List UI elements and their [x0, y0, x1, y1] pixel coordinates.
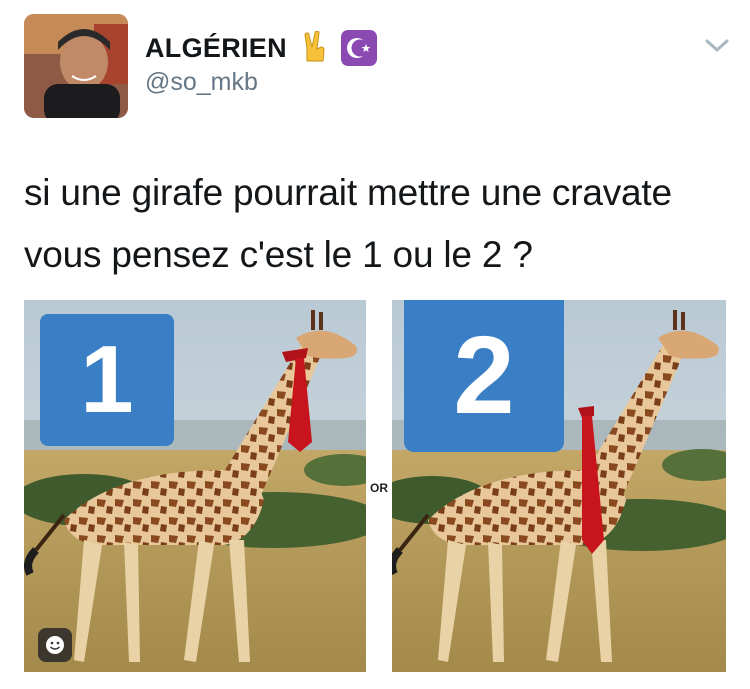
display-name-row: ALGÉRIEN [145, 30, 377, 66]
tweet-text: si une girafe pourrait mettre une cravat… [24, 162, 734, 286]
smiley-icon[interactable] [38, 628, 72, 662]
star-and-crescent-emoji-icon [340, 30, 377, 66]
avatar[interactable] [24, 14, 128, 118]
display-name[interactable]: ALGÉRIEN [145, 33, 287, 64]
giraffe-image-1[interactable]: 1 [24, 300, 366, 672]
victory-hand-emoji-icon [304, 31, 325, 62]
tweet-text-line: si une girafe pourrait mettre une cravat… [24, 172, 672, 213]
user-handle[interactable]: @so_mkb [145, 68, 258, 97]
tweet-media[interactable]: 1 OR 2 [24, 300, 726, 672]
number-badge: 1 [40, 314, 174, 446]
or-label: OR [366, 478, 392, 498]
number-badge: 2 [404, 300, 564, 452]
giraffe-image-2[interactable]: 2 [392, 300, 726, 672]
tweet-text-line: vous pensez c'est le 1 ou le 2 ? [24, 234, 533, 275]
tweet: ALGÉRIEN @so_mkb si une girafe pourrait … [0, 0, 750, 689]
chevron-down-icon[interactable] [703, 36, 731, 56]
